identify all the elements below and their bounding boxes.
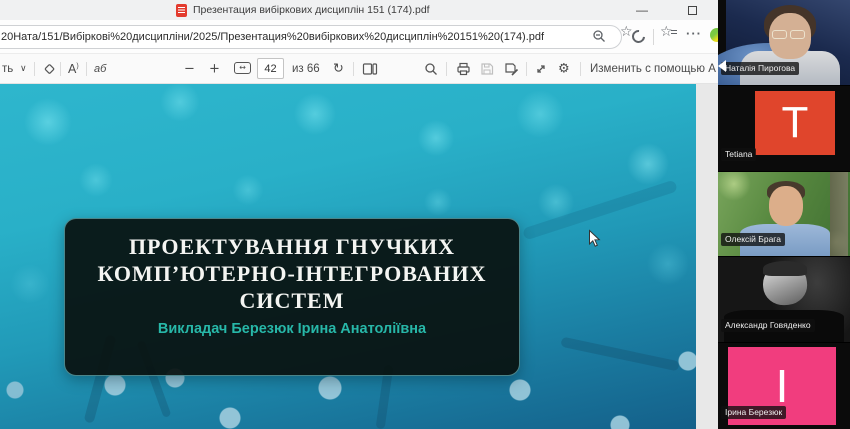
- participants-sidebar: Наталія Пирогова T Tetiana Олексій Брага: [718, 0, 850, 429]
- search-icon[interactable]: [424, 62, 438, 76]
- toolbar-divider: [526, 62, 527, 76]
- participant-tile[interactable]: Наталія Пирогова: [718, 0, 850, 86]
- browser-tab[interactable]: Презентация вибіркових дисциплін 151 (17…: [176, 0, 430, 20]
- glasses: [772, 30, 805, 39]
- page-total-label: из 66: [292, 63, 320, 75]
- tree-trunk-background: [830, 172, 848, 257]
- participant-tile[interactable]: T Tetiana: [718, 86, 850, 172]
- toolbar-divider: [653, 29, 654, 45]
- save-as-icon[interactable]: [504, 62, 519, 76]
- zoom-in-button[interactable]: +: [209, 61, 220, 76]
- url-text: 20Ната/151/Вибіркові%20дисципліни/2025/П…: [1, 31, 561, 43]
- participant-tile[interactable]: Олексій Брага: [718, 172, 850, 258]
- toolbar-divider: [60, 62, 61, 76]
- participant-name: Ірина Березюк: [721, 406, 786, 419]
- sidebar-collapse-arrow[interactable]: [718, 60, 726, 72]
- toolbar-divider: [580, 62, 581, 76]
- page-view-icon[interactable]: [362, 62, 378, 75]
- toolbar-divider: [34, 62, 35, 76]
- participant-name: Tetiana: [721, 148, 756, 161]
- edit-with-acrobat-button[interactable]: Изменить с помощью Acrob: [590, 63, 716, 75]
- browser-titlebar: Презентация вибіркових дисциплін 151 (17…: [0, 0, 718, 20]
- pdf-content-area[interactable]: ПРОЕКТУВАННЯ ГНУЧКИХ КОМП’ЮТЕРНО-ІНТЕГРО…: [0, 84, 718, 429]
- fullscreen-icon[interactable]: [534, 62, 548, 76]
- toolbar-divider: [86, 62, 87, 76]
- participant-name: Александр Говяденко: [721, 319, 815, 332]
- screen: Презентация вибіркових дисциплін 151 (17…: [0, 0, 850, 429]
- browser-menu-icon[interactable]: ···: [686, 26, 702, 41]
- slide-title-box: ПРОЕКТУВАННЯ ГНУЧКИХ КОМП’ЮТЕРНО-ІНТЕГРО…: [64, 218, 520, 376]
- gear-icon[interactable]: ⚙: [558, 61, 570, 76]
- participant-name: Наталія Пирогова: [721, 62, 799, 75]
- slide-page: ПРОЕКТУВАННЯ ГНУЧКИХ КОМП’ЮТЕРНО-ІНТЕГРО…: [0, 84, 696, 429]
- pdf-file-icon: [176, 4, 187, 17]
- browser-window: Презентация вибіркових дисциплін 151 (17…: [0, 0, 718, 429]
- slide-title-line1: ПРОЕКТУВАННЯ ГНУЧКИХ: [75, 233, 509, 260]
- read-aloud-icon[interactable]: A): [68, 62, 79, 76]
- mouse-cursor: [588, 229, 602, 254]
- chevron-down-icon[interactable]: ∨: [20, 64, 27, 74]
- participant-tile[interactable]: Александр Говяденко: [718, 257, 850, 343]
- eraser-icon[interactable]: [42, 61, 57, 76]
- translate-icon[interactable]: аб: [94, 63, 106, 75]
- page-number-input[interactable]: [257, 58, 284, 79]
- pdf-toolbar: ть ∨ A) аб − + ↔ из 66 ↻: [0, 54, 718, 84]
- zoom-reset-icon[interactable]: [592, 29, 606, 43]
- participant-name: Олексій Брага: [721, 233, 785, 246]
- favorite-star-icon[interactable]: ☆: [620, 24, 633, 40]
- toolbar-divider: [446, 62, 447, 76]
- zoom-out-button[interactable]: −: [184, 61, 195, 76]
- slide-subtitle: Викладач Березюк Ірина Анатоліївна: [75, 321, 509, 337]
- participant-initial: T: [782, 98, 809, 148]
- maximize-icon: [688, 6, 697, 15]
- url-row: 20Ната/151/Вибіркові%20дисципліни/2025/П…: [0, 20, 718, 54]
- save-icon[interactable]: [480, 62, 494, 76]
- participant-tile[interactable]: I Ірина Березюк: [718, 343, 850, 429]
- tab-title: Презентация вибіркових дисциплін 151 (17…: [193, 4, 430, 16]
- favorites-bar-icon[interactable]: ☆: [660, 24, 673, 40]
- print-icon[interactable]: [456, 62, 471, 76]
- minimize-button[interactable]: —: [628, 0, 656, 20]
- slide-title-line2: КОМП’ЮТЕРНО-ІНТЕГРОВАНИХ: [75, 260, 509, 287]
- rotate-icon[interactable]: ↻: [333, 61, 344, 76]
- draw-tool-label[interactable]: ть: [2, 63, 13, 75]
- participant-initial-block: T: [755, 91, 835, 155]
- address-bar[interactable]: 20Ната/151/Вибіркові%20дисципліни/2025/П…: [0, 25, 622, 49]
- maximize-button[interactable]: [678, 0, 706, 20]
- toolbar-divider: [353, 62, 354, 76]
- slide-title-line3: СИСТЕМ: [75, 287, 509, 314]
- fit-to-width-button[interactable]: ↔: [234, 62, 251, 74]
